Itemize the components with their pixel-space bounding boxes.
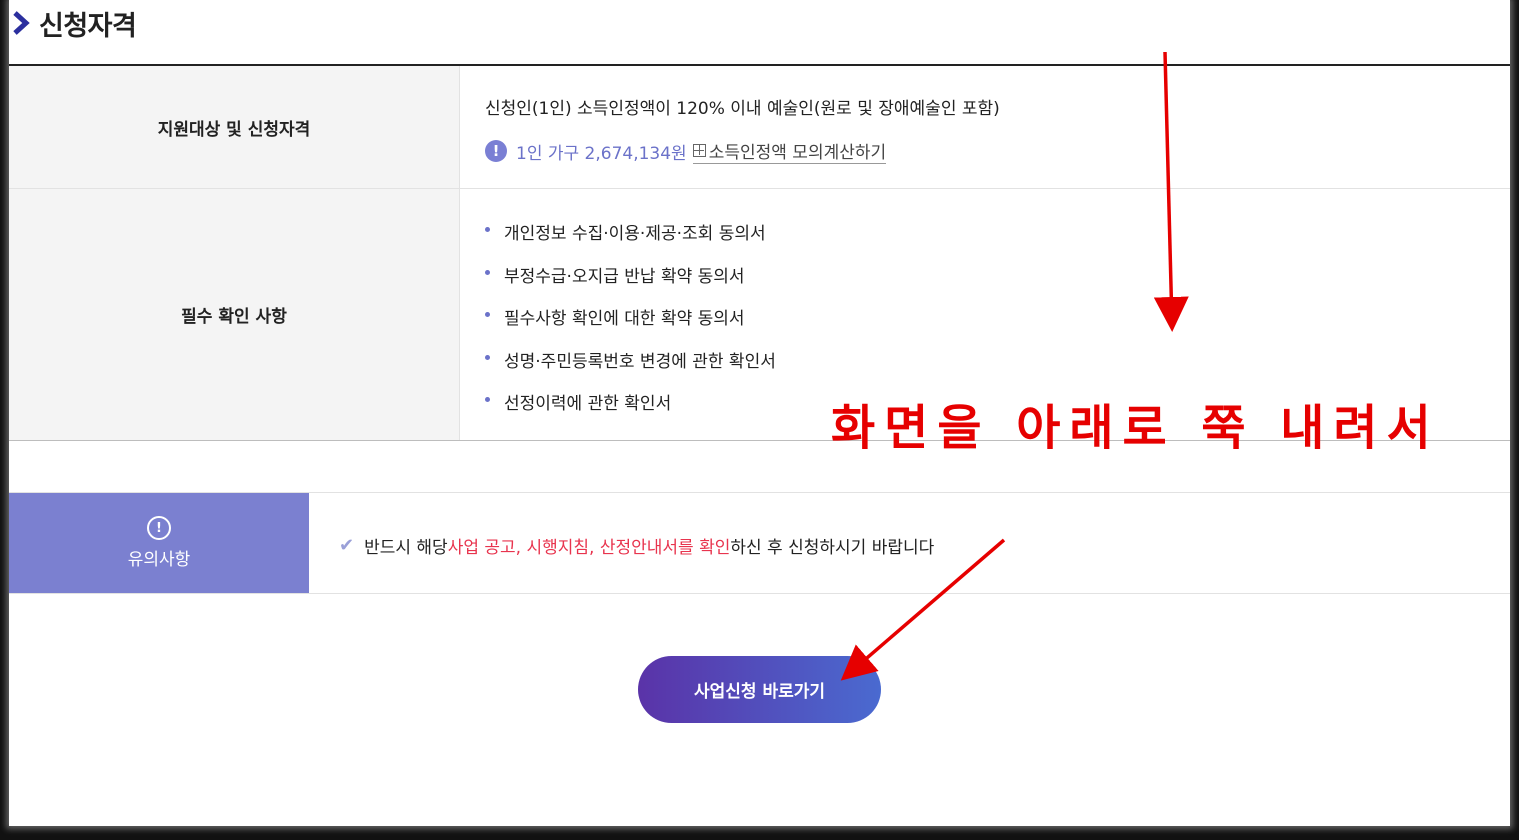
notice-header: ! 유의사항 [9,493,309,593]
alert-icon: ! [147,516,171,540]
list-item: 개인정보 수집·이용·제공·조회 동의서 [485,219,776,262]
row-header: 지원대상 및 신청자격 [9,66,460,188]
required-docs-list: 개인정보 수집·이용·제공·조회 동의서 부정수급·오지급 반납 확약 동의서 … [485,219,776,432]
list-item-text: 성명·주민등록번호 변경에 관한 확인서 [504,351,776,372]
notice-text-after: 하신 후 신청하시기 바랍니다 [730,538,935,558]
section-title: 신청자격 [39,11,137,42]
bullet-icon [485,354,490,360]
list-item-text: 선정이력에 관한 확인서 [504,394,672,414]
eligibility-text: 신청인(1인) 소득인정액이 120% 이내 예술인(원로 및 장애예술인 포함… [485,99,1000,119]
row-content: 신청인(1인) 소득인정액이 120% 이내 예술인(원로 및 장애예술인 포함… [460,66,1510,188]
list-item-text: 개인정보 수집·이용·제공·조회 동의서 [504,224,766,244]
check-icon: ✔ [339,535,355,556]
income-info: ! 1인 가구 2,674,134원 소득인정액 모의계산하기 [485,138,887,164]
notice-label: 유의사항 [127,550,191,570]
notice-text-before: 반드시 해당 [364,538,448,558]
bullet-icon [485,269,490,275]
list-item: 선정이력에 관한 확인서 [485,389,776,432]
apply-button[interactable]: 사업신청 바로가기 [638,656,881,723]
section-header: 신청자격 [9,0,1510,66]
notice-text-highlight: 사업 공고, 시행지침, 산정안내서를 확인 [447,538,731,558]
chevron-right-icon [13,11,30,35]
income-amount: 1인 가구 2,674,134원 [516,143,687,164]
list-item: 필수사항 확인에 대한 확약 동의서 [485,304,776,347]
info-icon: ! [485,140,507,162]
table-row: 지원대상 및 신청자격 신청인(1인) 소득인정액이 120% 이내 예술인(원… [9,66,1510,189]
row-header: 필수 확인 사항 [9,189,460,440]
calculator-icon [692,144,706,157]
list-item: 부정수급·오지급 반납 확약 동의서 [485,262,776,305]
notice-box: ! 유의사항 ✔ 반드시 해당 사업 공고, 시행지침, 산정안내서를 확인 하신… [9,492,1510,594]
eligibility-table: 지원대상 및 신청자격 신청인(1인) 소득인정액이 120% 이내 예술인(원… [9,66,1510,441]
list-item-text: 부정수급·오지급 반납 확약 동의서 [504,266,745,287]
page: 신청자격 지원대상 및 신청자격 신청인(1인) 소득인정액이 120% 이내 … [9,0,1510,826]
annotation-text: 화면을 아래로 쭉 내려서 [831,400,1440,456]
calc-link-label: 소득인정액 모의계산하기 [708,143,887,163]
list-item: 성명·주민등록번호 변경에 관한 확인서 [485,347,776,390]
list-item-text: 필수사항 확인에 대한 확약 동의서 [504,309,745,329]
screenshot-frame: 신청자격 지원대상 및 신청자격 신청인(1인) 소득인정액이 120% 이내 … [0,0,1519,840]
bullet-icon [485,312,490,317]
bullet-icon [485,397,490,402]
bullet-icon [485,227,490,232]
notice-text: ✔ 반드시 해당 사업 공고, 시행지침, 산정안내서를 확인 하신 후 신청하시… [339,533,934,558]
income-calc-link[interactable]: 소득인정액 모의계산하기 [692,138,887,164]
